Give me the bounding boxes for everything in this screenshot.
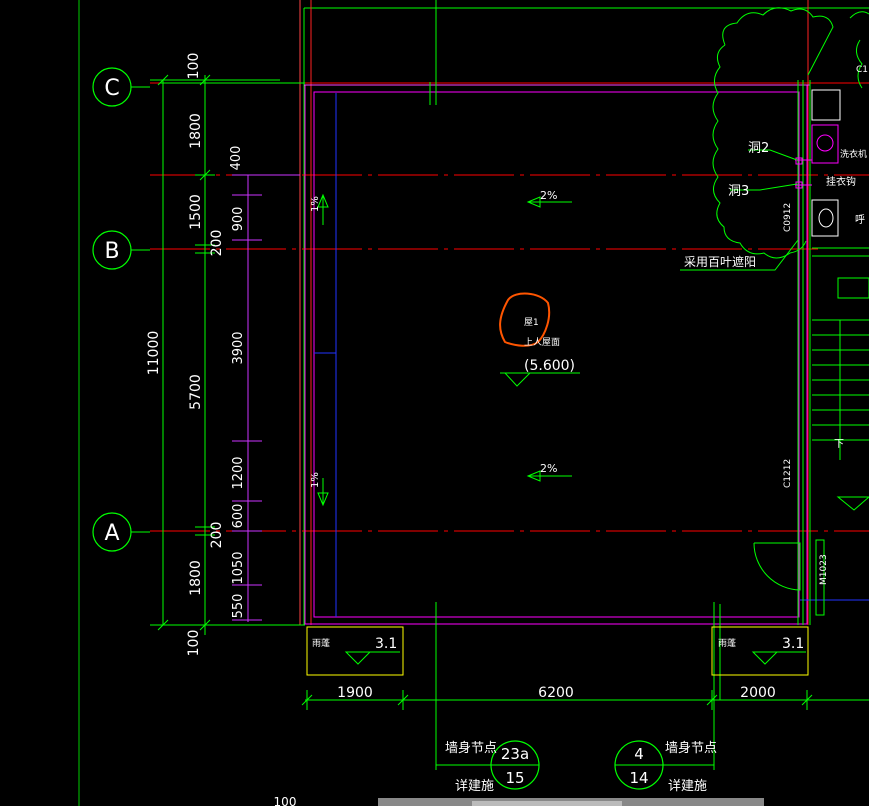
c0912-label: C0912 — [783, 203, 793, 232]
washer-label: 洗衣机 — [840, 148, 867, 160]
roof-parapet — [304, 84, 810, 625]
canopy-right-label: 雨蓬 — [718, 637, 736, 649]
axis-bubble-c: C — [92, 67, 150, 107]
detail-1-num: 23a — [501, 745, 529, 763]
dim-3900: 3900 — [231, 331, 246, 364]
slope-left-top: 1% — [310, 193, 329, 225]
dim-600: 600 — [231, 504, 246, 529]
slope-left-bottom-label: 1% — [310, 472, 321, 488]
hook-label: 挂衣钩 — [826, 175, 856, 188]
slope-bottom-label: 2% — [540, 462, 557, 475]
hole2-label: 洞2 — [748, 141, 769, 156]
axis-label-c: C — [104, 76, 119, 101]
slope-left-top-label: 1% — [310, 196, 321, 212]
shrub-outline — [712, 7, 834, 259]
blue-wall — [314, 93, 869, 617]
cad-drawing-canvas[interactable]: C B A 11000 100 1800 1500 200 5700 200 1… — [0, 0, 869, 806]
cad-drawing: C B A 11000 100 1800 1500 200 5700 200 1… — [78, 0, 869, 806]
dim-chain-outer — [150, 74, 305, 635]
slope-bottom: 2% — [526, 462, 572, 482]
right-wall — [753, 80, 869, 625]
dim-1200: 1200 — [231, 456, 246, 489]
m1023-label: M1023 — [819, 554, 829, 585]
roof-name: 屋1 — [524, 317, 539, 328]
c1212-label: C1212 — [783, 459, 793, 488]
detail-1-sub: 详建施 — [455, 779, 494, 794]
shrub-outline-2 — [849, 11, 869, 19]
dim-a-gap: 200 — [209, 522, 225, 549]
dim-bottom-ext: 100 — [186, 630, 202, 657]
axis-label-a: A — [104, 521, 119, 546]
scrollbar-thumb[interactable] — [472, 801, 622, 806]
dim-h-mid: 6200 — [538, 685, 574, 701]
dim-b-gap: 200 — [209, 230, 225, 257]
green-ticks — [429, 0, 721, 770]
louver-label: 采用百叶遮阳 — [684, 254, 756, 269]
dim-total: 11000 — [146, 331, 162, 376]
dim-h-right: 2000 — [740, 685, 776, 701]
dim-c-to-b: 1800 — [188, 113, 204, 149]
slope-left-bottom: 1% — [310, 472, 329, 507]
dim-h-left: 1900 — [337, 685, 373, 701]
dim-a-to-bottom: 1800 — [188, 560, 204, 596]
detail-callout-1: 墙身节点 23a 15 详建施 — [436, 740, 540, 794]
dim-mid: 5700 — [188, 374, 204, 410]
dim-900: 900 — [231, 207, 246, 232]
axis-label-b: B — [104, 239, 119, 264]
detail-2-label: 墙身节点 — [665, 740, 717, 756]
dim-400: 400 — [229, 146, 244, 171]
dim-top-ext: 100 — [186, 53, 202, 80]
detail-2-sheet: 14 — [629, 769, 648, 787]
dim-text-outer: 11000 100 1800 1500 200 5700 200 1800 10… — [146, 53, 225, 657]
canopy-left-elev: 3.1 — [375, 636, 397, 652]
dim-550: 550 — [231, 594, 246, 619]
slope-top-label: 2% — [540, 189, 557, 202]
dim-text-inner: 400 900 3900 1200 600 1050 550 — [229, 146, 246, 619]
detail-1-label: 墙身节点 — [445, 740, 497, 756]
detail-2-sub: 详建施 — [668, 779, 707, 794]
detail-callout-2: 墙身节点 4 14 详建施 — [614, 740, 717, 794]
shrub-outline-3 — [856, 39, 863, 89]
slope-top: 2% — [526, 189, 572, 208]
dim-1050: 1050 — [231, 551, 246, 584]
roof-type: 上人屋面 — [524, 337, 560, 348]
dim-h-bottom-partial: 100 — [274, 795, 297, 806]
call-label: 呼 — [855, 214, 865, 226]
c1-label: C1 — [856, 65, 868, 75]
canopy-right-elev: 3.1 — [782, 636, 804, 652]
down-label: 下 — [834, 439, 844, 450]
dim-chain-horizontal — [301, 690, 869, 710]
leader-lines — [680, 149, 799, 271]
roof-elevation: (5.600) — [524, 358, 575, 374]
canopy-left-label: 雨蓬 — [312, 637, 330, 649]
hole3-label: 洞3 — [728, 184, 749, 199]
roof-label-group: 屋1 上人屋面 (5.600) — [499, 292, 580, 387]
axis-bubble-a: A — [92, 512, 150, 552]
detail-1-sheet: 15 — [505, 769, 524, 787]
detail-2-num: 4 — [634, 745, 644, 763]
axis-bubble-b: B — [92, 230, 150, 270]
dim-1500: 1500 — [188, 194, 204, 230]
